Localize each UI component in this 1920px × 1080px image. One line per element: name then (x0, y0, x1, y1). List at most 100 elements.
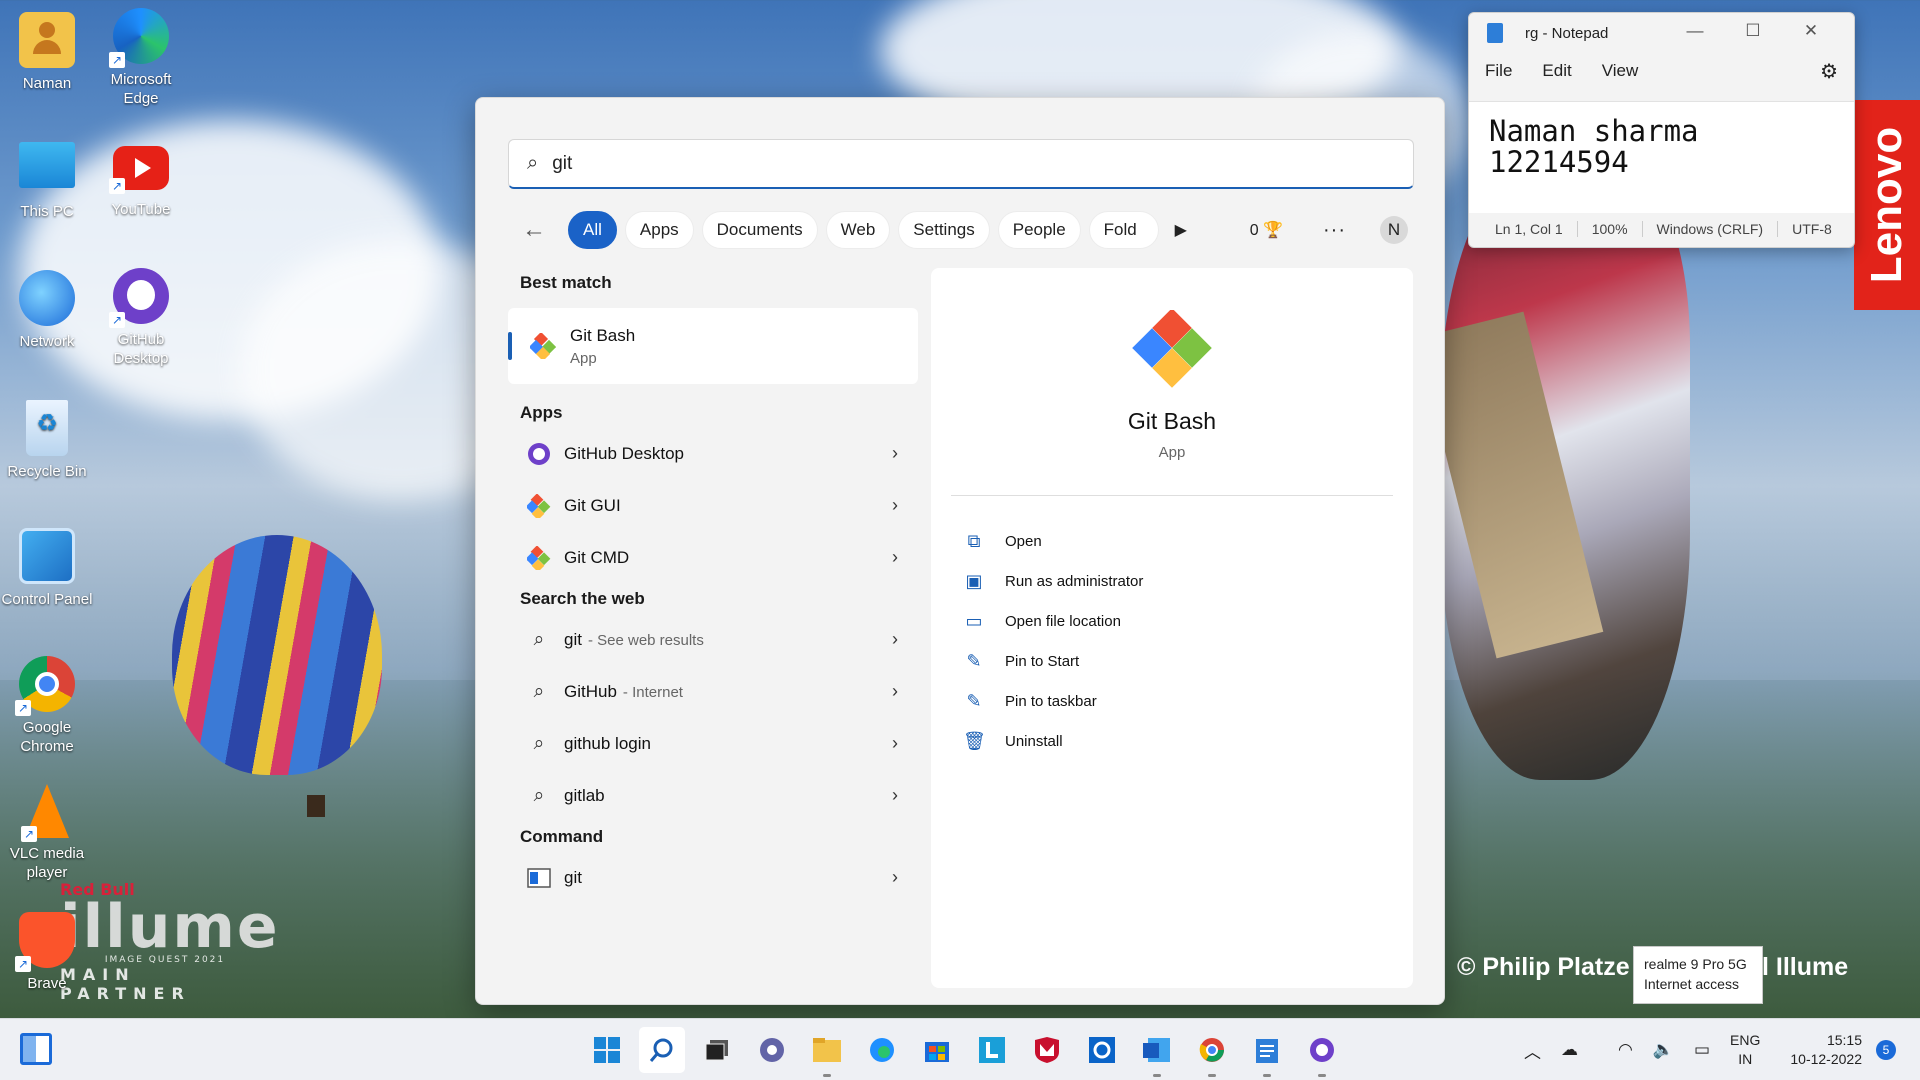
filter-apps[interactable]: Apps (624, 211, 694, 249)
chevron-right-icon[interactable]: › (892, 785, 898, 806)
notepad-icon[interactable] (1244, 1027, 1290, 1077)
lenovo-vantage-icon[interactable] (969, 1027, 1015, 1073)
task-view-icon[interactable] (694, 1027, 740, 1073)
github-desktop-icon[interactable] (1299, 1027, 1345, 1077)
desktop-icon-edge[interactable]: ↗ Microsoft Edge (94, 8, 188, 108)
chevron-right-icon[interactable]: › (892, 629, 898, 650)
gear-icon[interactable]: ⚙ (1820, 59, 1838, 84)
chevron-right-icon[interactable]: › (892, 733, 898, 754)
back-arrow-icon[interactable]: ← (522, 216, 546, 244)
web-result-git[interactable]: ⌕ git - See web results › (508, 614, 918, 666)
taskbar-apps (584, 1027, 1354, 1077)
scroll-filters-right-icon[interactable]: ▶ (1175, 220, 1187, 240)
wifi-icon[interactable]: ◠ (1618, 1040, 1633, 1060)
action-open[interactable]: ⧉ Open (963, 521, 1143, 561)
clock[interactable]: 15:15 10-12-2022 (1790, 1031, 1862, 1069)
web-result-github[interactable]: ⌕ GitHub - Internet › (508, 666, 918, 718)
notepad-text-area[interactable]: Naman sharma 12214594 (1469, 101, 1854, 213)
search-input[interactable] (552, 152, 1353, 175)
action-label: Pin to Start (1005, 652, 1080, 670)
filter-settings[interactable]: Settings (898, 211, 990, 249)
outlook-icon[interactable] (1079, 1027, 1125, 1073)
notepad-icon (1487, 23, 1503, 43)
desktop-icon-brave[interactable]: ↗ Brave (0, 912, 94, 993)
web-result-github-login[interactable]: ⌕ github login › (508, 718, 918, 770)
chevron-right-icon[interactable]: › (892, 867, 898, 888)
widgets-icon[interactable] (20, 1033, 52, 1065)
action-pin-to-taskbar[interactable]: ✎ Pin to taskbar (963, 681, 1143, 721)
filter-web[interactable]: Web (825, 211, 891, 249)
desktop-icon-youtube[interactable]: ↗ YouTube (94, 142, 188, 219)
desktop-icon-naman[interactable]: Naman (0, 12, 94, 93)
battery-icon[interactable]: ▭ (1694, 1040, 1710, 1060)
preview-pane: Git Bash App ⧉ Open ▣ Run as administrator… (931, 268, 1413, 988)
action-run-as-admin[interactable]: ▣ Run as administrator (963, 561, 1143, 601)
volume-icon[interactable]: 🔈 (1653, 1040, 1674, 1060)
chevron-right-icon[interactable]: › (892, 443, 898, 464)
user-folder-icon (19, 12, 75, 68)
file-explorer-icon[interactable] (804, 1027, 850, 1077)
menu-view[interactable]: View (1602, 61, 1639, 81)
avatar[interactable]: N (1380, 216, 1408, 244)
desktop-icon-chrome[interactable]: ↗ Google Chrome (0, 656, 94, 756)
desktop-icon-label: Network (19, 333, 75, 350)
action-uninstall[interactable]: 🗑 Uninstall (963, 721, 1143, 761)
teams-chat-icon[interactable] (749, 1027, 795, 1073)
desktop-icon-control-panel[interactable]: Control Panel (0, 528, 94, 609)
search-box[interactable]: ⌕ (508, 139, 1414, 189)
chevron-right-icon[interactable]: › (892, 547, 898, 568)
pin-icon: ✎ (966, 690, 982, 711)
minimize-icon[interactable]: — (1666, 21, 1724, 41)
action-open-file-location[interactable]: ▭ Open file location (963, 601, 1143, 641)
mcafee-icon[interactable] (1024, 1027, 1070, 1073)
result-label: Git GUI (564, 496, 621, 515)
open-external-icon: ⧉ (967, 530, 981, 551)
input-language[interactable]: ENG IN (1730, 1031, 1760, 1069)
onedrive-offline-icon[interactable]: ☁ (1561, 1040, 1578, 1060)
desktop-icon-vlc[interactable]: ↗ VLC media player (0, 784, 94, 882)
chrome-icon[interactable] (1189, 1027, 1235, 1077)
search-icon[interactable] (639, 1027, 685, 1073)
chevron-up-icon[interactable]: ︿ (1524, 1038, 1541, 1063)
notification-badge[interactable]: 5 (1876, 1040, 1896, 1060)
result-label: GitHub Desktop (564, 444, 684, 463)
result-github-desktop[interactable]: GitHub Desktop › (508, 428, 918, 480)
web-query-suffix: - See web results (587, 631, 704, 649)
notepad-titlebar[interactable]: rg - Notepad — ☐ ✕ (1469, 13, 1854, 53)
web-result-gitlab[interactable]: ⌕ gitlab › (508, 770, 918, 822)
more-options-icon[interactable]: ··· (1323, 219, 1346, 242)
command-result-git[interactable]: git › (508, 852, 918, 904)
desktop-icon-this-pc[interactable]: This PC (0, 142, 94, 221)
menu-file[interactable]: File (1485, 61, 1512, 81)
result-git-cmd[interactable]: Git CMD › (508, 532, 918, 584)
photo-credit-suffix: l Illume (1762, 953, 1849, 981)
filter-all[interactable]: All (568, 211, 617, 249)
menu-edit[interactable]: Edit (1542, 61, 1571, 81)
desktop-icon-network[interactable]: Network (0, 270, 94, 351)
result-label: git (564, 868, 582, 887)
desktop-icon-github-desktop[interactable]: ↗ GitHub Desktop (94, 268, 188, 368)
windows-start-icon[interactable] (584, 1027, 630, 1073)
filter-documents[interactable]: Documents (701, 211, 818, 249)
filter-people[interactable]: People (997, 211, 1081, 249)
maximize-icon[interactable]: ☐ (1724, 21, 1782, 41)
edge-icon[interactable] (859, 1027, 905, 1073)
network-icon (19, 270, 75, 326)
web-query: gitlab (564, 786, 605, 805)
folder-icon: ▭ (965, 610, 983, 631)
desktop-icon-label: Control Panel (1, 591, 93, 608)
result-git-gui[interactable]: Git GUI › (508, 480, 918, 532)
close-icon[interactable]: ✕ (1782, 21, 1840, 41)
rewards-points[interactable]: 0 🏆 (1250, 220, 1283, 240)
filter-folders[interactable]: Fold (1088, 211, 1159, 249)
notepad-statusbar: Ln 1, Col 1 100% Windows (CRLF) UTF-8 (1469, 211, 1854, 247)
chevron-right-icon[interactable]: › (892, 495, 898, 516)
chevron-right-icon[interactable]: › (892, 681, 898, 702)
action-pin-to-start[interactable]: ✎ Pin to Start (963, 641, 1143, 681)
desktop-icon-recycle-bin[interactable]: ♻ Recycle Bin (0, 400, 94, 481)
microsoft-store-icon[interactable] (914, 1027, 960, 1073)
best-match-git-bash[interactable]: Git Bash App (508, 308, 918, 384)
word-icon[interactable] (1134, 1027, 1180, 1077)
tooltip-network-name: realme 9 Pro 5G (1644, 956, 1747, 972)
command-heading: Command (520, 827, 604, 846)
